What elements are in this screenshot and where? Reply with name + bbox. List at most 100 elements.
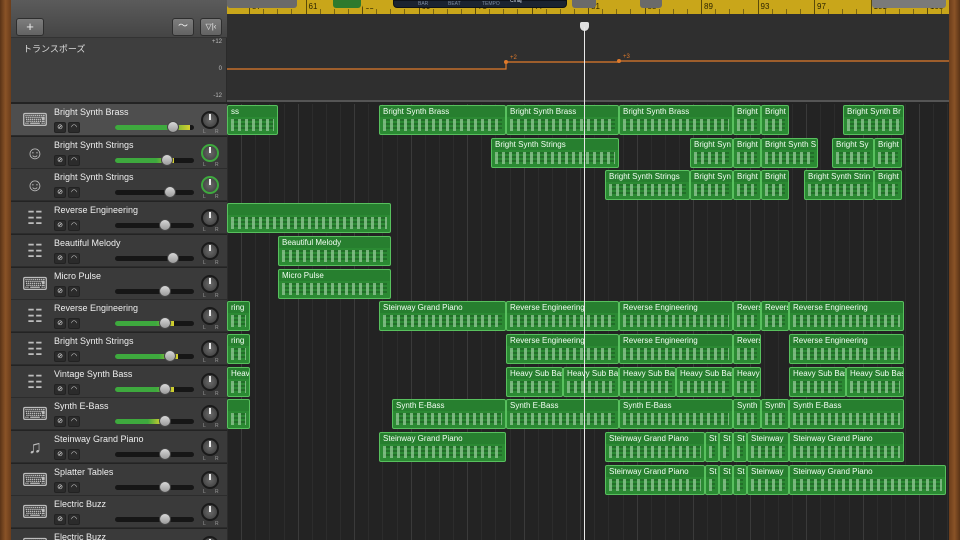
pan-knob[interactable]	[201, 405, 219, 424]
track-filter-button[interactable]: ▽|‹	[200, 18, 222, 36]
midi-region[interactable]: Heavy	[227, 366, 250, 397]
volume-fader-knob[interactable]	[159, 415, 171, 428]
midi-region[interactable]: Reverse Engineering	[506, 333, 619, 364]
pan-knob[interactable]	[201, 143, 219, 162]
midi-region[interactable]: Steinway Grand Piano	[789, 432, 904, 462]
midi-region[interactable]: ss	[227, 105, 278, 135]
automation-button[interactable]: 〜	[172, 18, 194, 36]
pan-knob[interactable]	[201, 209, 219, 228]
mute-button[interactable]: ⊘	[54, 318, 66, 330]
volume-fader-knob[interactable]	[164, 186, 176, 199]
mute-button[interactable]: ⊘	[54, 383, 66, 395]
midi-region[interactable]: Bright	[761, 105, 789, 135]
track-header[interactable]: ☷ Vintage Synth Bass ⊘ ◠ L R	[11, 365, 227, 398]
headphones-icon[interactable]: ◠	[68, 154, 80, 166]
midi-region[interactable]: Heavy Sub Bas	[506, 366, 563, 397]
pan-knob[interactable]	[201, 274, 219, 293]
volume-fader-knob[interactable]	[159, 382, 171, 395]
midi-region[interactable]: Bright	[874, 170, 902, 201]
track-header[interactable]: ⌨ Bright Synth Brass ⊘ ◠ L R	[11, 104, 227, 136]
volume-fader-knob[interactable]	[159, 448, 171, 460]
midi-region[interactable]: Bright	[733, 170, 761, 201]
midi-region[interactable]: Synth E-Bass	[789, 399, 904, 430]
pan-knob[interactable]	[201, 111, 219, 129]
pan-knob[interactable]	[201, 241, 219, 260]
mute-button[interactable]: ⊘	[54, 122, 66, 133]
add-track-button[interactable]: +	[16, 18, 44, 36]
mute-button[interactable]: ⊘	[54, 350, 66, 362]
midi-region[interactable]: Synth E-Bass	[619, 399, 733, 430]
midi-region[interactable]: Steinway Grand Piano	[789, 464, 946, 495]
midi-region[interactable]	[227, 203, 391, 234]
midi-region[interactable]: Steinway	[747, 432, 789, 462]
midi-region[interactable]: Micro Pulse	[278, 268, 391, 299]
midi-region[interactable]: Revers	[761, 301, 789, 332]
volume-fader-knob[interactable]	[159, 219, 171, 232]
midi-region[interactable]: Heavy Sub Bas	[619, 366, 676, 397]
track-header[interactable]: ☺ Bright Synth Strings ⊘ ◠ L R	[11, 169, 227, 202]
midi-region[interactable]: Bright Syn	[690, 170, 733, 201]
headphones-icon[interactable]: ◠	[68, 318, 80, 330]
track-header[interactable]: ☷ Reverse Engineering ⊘ ◠ L R	[11, 300, 227, 333]
track-header[interactable]: ⌨ Synth E-Bass ⊘ ◠ L R	[11, 398, 227, 431]
pan-knob[interactable]	[201, 339, 219, 358]
headphones-icon[interactable]: ◠	[68, 449, 80, 460]
midi-region[interactable]: Heavy Sub Bas	[563, 366, 619, 397]
midi-region[interactable]: St	[705, 464, 719, 495]
midi-region[interactable]: St	[733, 464, 747, 495]
volume-fader[interactable]	[115, 419, 194, 425]
volume-fader[interactable]	[115, 190, 194, 196]
volume-fader[interactable]	[115, 223, 194, 229]
midi-region[interactable]: Heavy Sub Bas	[846, 366, 904, 397]
midi-region[interactable]: Steinway	[747, 464, 789, 495]
track-header[interactable]: ⌨ Electric Buzz ⊘ ◠ L R	[11, 496, 227, 529]
midi-region[interactable]: Steinway Grand Piano	[379, 432, 506, 462]
midi-region[interactable]: Heavy	[733, 366, 761, 397]
midi-region[interactable]: Bright Synth Br	[843, 105, 904, 135]
midi-region[interactable]: Synth E-Bass	[392, 399, 506, 430]
midi-region[interactable]: St	[733, 432, 747, 462]
mute-button[interactable]: ⊘	[54, 285, 66, 297]
lcd-display[interactable]: BAR BEAT TEMPO Cmaj	[393, 0, 567, 8]
midi-region[interactable]	[227, 399, 250, 430]
midi-region[interactable]: Reverse Engineering	[619, 333, 733, 364]
midi-region[interactable]: Heavy Sub Bas	[789, 366, 846, 397]
track-header[interactable]: ⌨ Micro Pulse ⊘ ◠ L R	[11, 267, 227, 300]
pan-knob[interactable]	[201, 470, 219, 489]
volume-fader[interactable]	[115, 484, 194, 490]
headphones-icon[interactable]: ◠	[68, 220, 80, 232]
midi-region[interactable]: Bright Sy	[832, 137, 874, 168]
volume-fader[interactable]	[115, 125, 194, 130]
midi-region[interactable]: Bright Synth Brass	[379, 105, 506, 135]
midi-region[interactable]: Reverse Engineering	[506, 301, 619, 332]
midi-region[interactable]: Bright Synth Brass	[506, 105, 619, 135]
volume-fader[interactable]	[115, 321, 194, 327]
midi-region[interactable]: Steinway Grand Piano	[605, 432, 705, 462]
midi-region[interactable]: Synth	[733, 399, 761, 430]
track-header[interactable]: ☷ Beautiful Melody ⊘ ◠ L R	[11, 234, 227, 267]
headphones-icon[interactable]: ◠	[68, 187, 80, 199]
headphones-icon[interactable]: ◠	[68, 122, 80, 133]
volume-fader-knob[interactable]	[159, 480, 171, 493]
arrangement-grid[interactable]: ss Bright Synth Brass Bright Synth Brass Br…	[227, 104, 949, 540]
volume-fader-knob[interactable]	[161, 153, 173, 166]
volume-fader-knob[interactable]	[159, 317, 171, 330]
pan-knob[interactable]	[201, 536, 219, 540]
volume-fader[interactable]	[115, 517, 194, 523]
pan-knob[interactable]	[201, 438, 219, 456]
pan-knob[interactable]	[201, 372, 219, 391]
midi-region[interactable]: St	[705, 432, 719, 462]
headphones-icon[interactable]: ◠	[68, 481, 80, 493]
midi-region[interactable]: Reverse Engineering	[789, 301, 904, 332]
midi-region[interactable]: Bright Synth S	[761, 137, 818, 168]
midi-region[interactable]: Revers	[733, 301, 761, 332]
volume-fader[interactable]	[115, 157, 194, 163]
volume-fader-knob[interactable]	[159, 513, 171, 526]
midi-region[interactable]: Synth	[761, 399, 789, 430]
midi-region[interactable]: Steinway Grand Piano	[379, 301, 506, 332]
midi-region[interactable]: Steinway Grand Piano	[605, 464, 705, 495]
headphones-icon[interactable]: ◠	[68, 514, 80, 526]
volume-fader-knob[interactable]	[167, 121, 179, 133]
midi-region[interactable]: Bright	[733, 105, 761, 135]
midi-region[interactable]: Reverse Engineering	[789, 333, 904, 364]
